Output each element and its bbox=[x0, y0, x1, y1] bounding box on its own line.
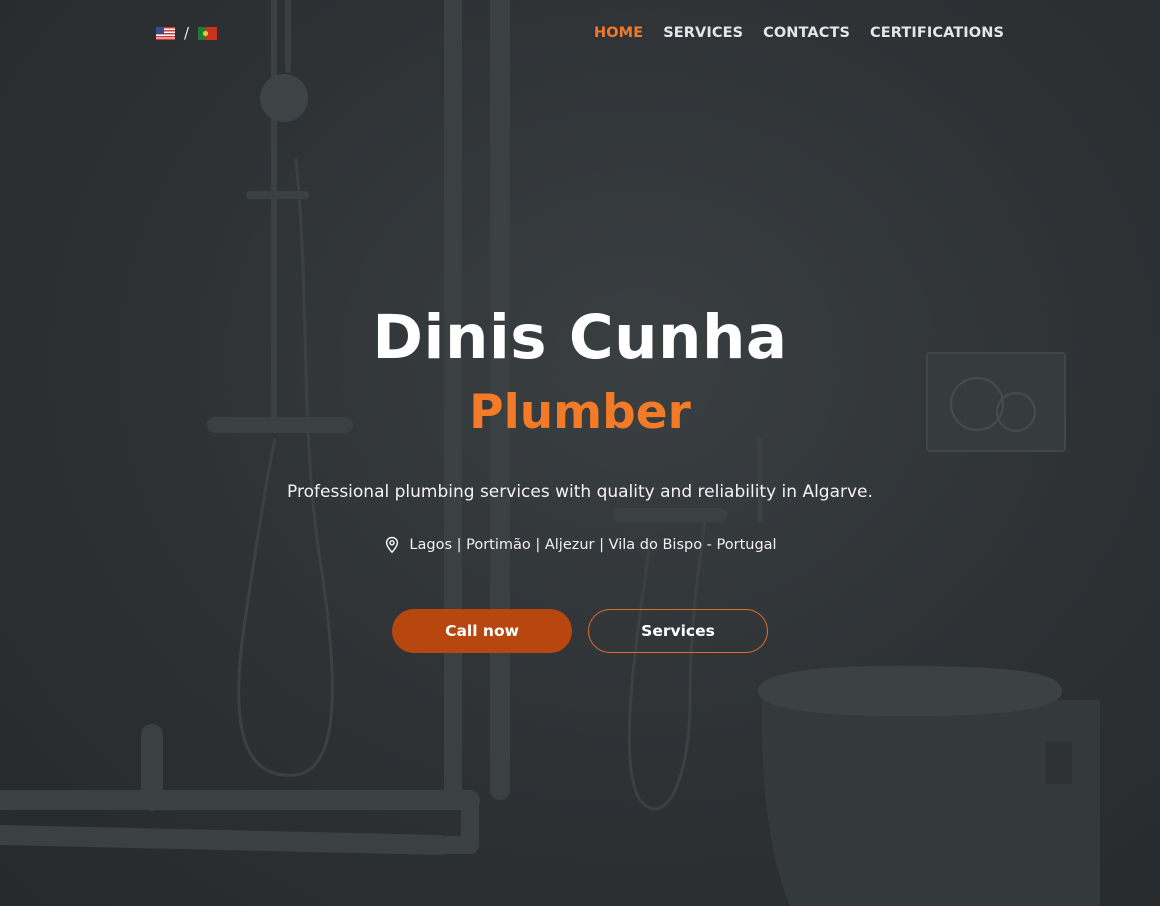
service-area: Lagos | Portimão | Aljezur | Vila do Bis… bbox=[0, 534, 1160, 556]
hero-name: Dinis Cunha bbox=[372, 302, 788, 373]
service-area-text: Lagos | Portimão | Aljezur | Vila do Bis… bbox=[409, 537, 777, 553]
nav-home[interactable]: HOME bbox=[594, 22, 643, 44]
map-pin-icon bbox=[386, 536, 399, 554]
call-now-button[interactable]: Call now bbox=[392, 609, 572, 653]
hero-tagline: Professional plumbing services with qual… bbox=[287, 482, 873, 502]
nav-contacts[interactable]: CONTACTS bbox=[763, 22, 850, 44]
us-flag-icon[interactable] bbox=[156, 27, 175, 40]
language-separator: / bbox=[184, 24, 190, 42]
top-bar: / HOME SERVICES CONTACTS CERTIFICATIONS bbox=[0, 0, 1160, 66]
language-switcher: / bbox=[156, 24, 218, 42]
hero-section bbox=[0, 0, 1160, 906]
bathroom-background-image bbox=[0, 0, 1100, 906]
portugal-flag-icon[interactable] bbox=[198, 27, 218, 40]
services-button[interactable]: Services bbox=[588, 609, 768, 653]
nav-certifications[interactable]: CERTIFICATIONS bbox=[870, 22, 1004, 44]
main-nav: HOME SERVICES CONTACTS CERTIFICATIONS bbox=[594, 22, 1004, 44]
hero-profession: Plumber bbox=[469, 385, 691, 440]
nav-services[interactable]: SERVICES bbox=[663, 22, 743, 44]
